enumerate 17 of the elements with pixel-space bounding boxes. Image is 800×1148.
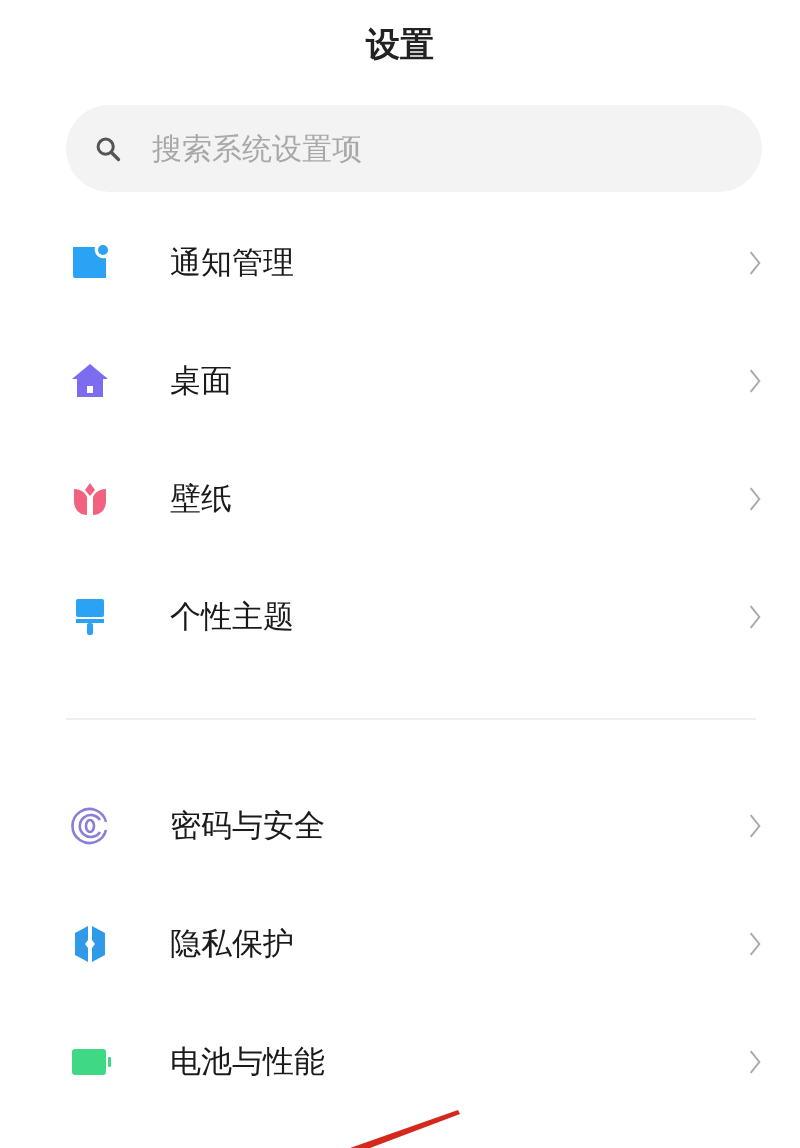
chevron-icon xyxy=(748,813,762,839)
page-title: 设置 xyxy=(364,23,435,66)
search-field[interactable]: 搜索系统设置项 xyxy=(66,105,762,192)
settings-item[interactable]: 通知管理 xyxy=(0,204,800,322)
chevron-icon xyxy=(748,604,762,630)
settings-item[interactable]: 电池与性能 xyxy=(0,1003,800,1121)
fingerprint-icon xyxy=(70,806,110,846)
settings-item[interactable]: 隐私保护 xyxy=(0,885,800,1003)
settings-item[interactable]: 壁纸 xyxy=(0,440,800,558)
settings-item[interactable]: 桌面 xyxy=(0,322,800,440)
settings-item[interactable]: 密码与安全 xyxy=(0,767,800,885)
chevron-icon xyxy=(748,250,762,276)
chevron-icon xyxy=(748,1049,762,1075)
settings-item[interactable]: 个性主题 xyxy=(0,558,800,676)
chevron-icon xyxy=(748,486,762,512)
chevron-icon xyxy=(748,368,762,394)
chevron-icon xyxy=(748,931,762,957)
